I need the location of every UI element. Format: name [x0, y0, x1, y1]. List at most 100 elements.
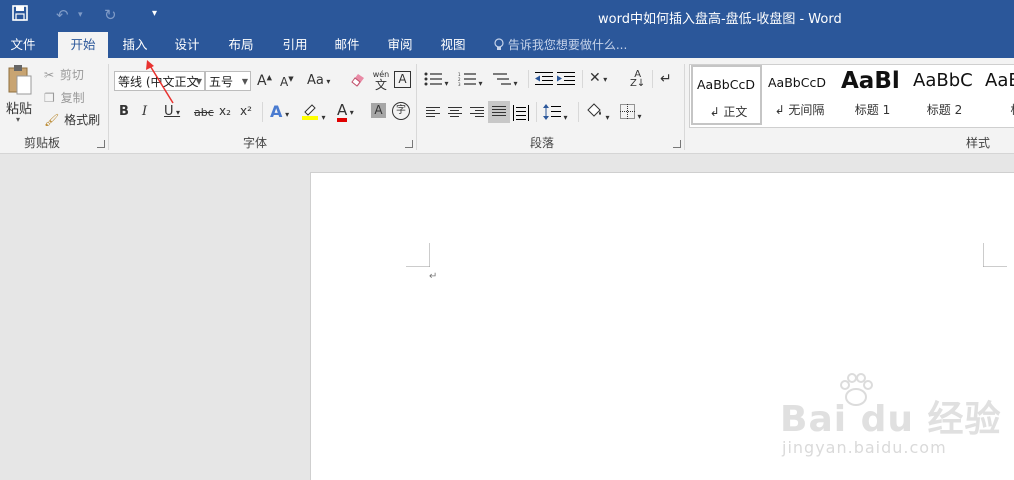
paragraph-group-label: 段落 [530, 136, 555, 150]
char-border-glyph: A [398, 72, 407, 86]
undo-dropdown-icon[interactable]: ▾ [78, 10, 83, 20]
enclose-glyph: 字 [396, 105, 406, 116]
font-size-value: 五号 [209, 75, 234, 89]
tab-layout[interactable]: 布局 [218, 32, 264, 58]
numbering-icon[interactable]: 123 ▾ [458, 72, 483, 90]
multilevel-list-icon[interactable]: ▾ [493, 72, 518, 90]
group-divider [416, 64, 417, 150]
divider [528, 70, 529, 88]
dialog-launcher-icon[interactable] [97, 140, 105, 148]
text-effects-glyph: A [270, 102, 283, 121]
strikethrough-button[interactable]: abc [194, 106, 214, 119]
svg-text:3: 3 [458, 82, 461, 86]
grow-font-glyph: A [257, 73, 267, 89]
paintbrush-icon: 🖌 [44, 113, 60, 127]
format-painter-button[interactable]: 🖌 格式刷 [44, 111, 100, 128]
clear-formatting-icon[interactable] [349, 72, 366, 92]
copy-icon: ❐ [44, 91, 55, 105]
sort-icon[interactable]: A Z↓ [630, 70, 645, 89]
redo-icon[interactable]: ↻ [104, 6, 117, 24]
tab-review[interactable]: 审阅 [377, 32, 423, 58]
style-name: 标题 1 [854, 103, 891, 117]
style-normal[interactable]: AaBbCcD ↲ 正文 [691, 65, 762, 125]
font-color-glyph: A [337, 103, 348, 122]
style-sample: AaB [985, 70, 1014, 91]
change-case-button[interactable]: Aa ▾ [307, 73, 330, 88]
paragraph-mark: ↵ [429, 271, 438, 282]
tab-mailings[interactable]: 邮件 [324, 32, 370, 58]
shading-bucket-icon[interactable]: ▾ [585, 102, 610, 124]
group-divider [108, 64, 109, 150]
enclose-characters-icon[interactable]: 字 [392, 102, 410, 120]
align-right-icon[interactable] [470, 107, 484, 122]
change-case-label: Aa [307, 73, 324, 88]
font-size-box[interactable]: 五号 ▼ [205, 71, 251, 91]
annotation-arrow-icon [146, 60, 174, 104]
title-bar: ↶ ▾ ↻ ▾ word中如何插入盘高-盘低-收盘图 - Word [0, 0, 1014, 32]
distributed-icon[interactable] [513, 105, 529, 125]
style-title[interactable]: AaB 标 [981, 65, 1014, 125]
margin-corner-icon [983, 243, 1007, 267]
style-sample: AaBbC [913, 70, 973, 91]
lightbulb-icon [494, 38, 508, 52]
shrink-font-icon[interactable]: A▼ [280, 75, 294, 89]
tell-me-box[interactable]: 告诉我您想要做什么... [494, 32, 627, 58]
watermark-logo: Bai du 经验 [780, 399, 1002, 440]
chevron-down-icon: ▼ [241, 77, 248, 86]
show-paragraph-marks-icon[interactable]: ↵ [660, 71, 672, 87]
chinese-layout-icon[interactable]: ✕ ▾ [589, 70, 607, 86]
styles-group-label: 样式 [966, 136, 991, 150]
shrink-font-glyph: A [280, 75, 289, 89]
divider [262, 102, 263, 122]
window-title: word中如何插入盘高-盘低-收盘图 - Word [598, 12, 842, 27]
style-sample: AaBbCcD [768, 75, 826, 90]
style-name: 标题 2 [926, 103, 963, 117]
styles-gallery: AaBbCcD ↲ 正文 AaBbCcD ↲ 无间隔 AaBl 标题 1 AaB… [689, 64, 1014, 128]
paste-button[interactable]: 粘贴 ▾ [4, 64, 38, 126]
style-name: ↲ 无间隔 [774, 103, 825, 117]
tab-file[interactable]: 文件 [0, 32, 46, 58]
bold-button[interactable]: B [119, 104, 129, 119]
margin-corner-icon [406, 243, 430, 267]
align-left-icon[interactable] [426, 107, 440, 122]
justify-icon[interactable] [488, 101, 510, 123]
bullets-icon[interactable]: ▾ [424, 72, 449, 90]
character-shading-icon[interactable]: A [371, 103, 386, 118]
group-divider [684, 64, 685, 150]
scissors-icon: ✂ [44, 68, 55, 82]
character-border-icon[interactable]: A [394, 71, 411, 88]
watermark-url: jingyan.baidu.com [782, 438, 947, 457]
text-effects-icon[interactable]: A ▾ [270, 102, 289, 121]
phonetic-base-glyph: 文 [374, 78, 387, 92]
divider [652, 70, 653, 88]
divider [578, 102, 579, 122]
style-heading-2[interactable]: AaBbC 标题 2 [909, 65, 980, 125]
divider [536, 102, 537, 122]
phonetic-guide-icon[interactable]: wén 文 [372, 69, 390, 91]
font-group-label: 字体 [243, 136, 268, 150]
grow-font-icon[interactable]: A▲ [257, 73, 272, 89]
superscript-button[interactable]: x² [240, 104, 252, 118]
copy-button[interactable]: ❐ 复制 [44, 89, 85, 106]
highlight-color-icon[interactable]: ▾ [301, 102, 326, 124]
dialog-launcher-icon[interactable] [405, 140, 413, 148]
align-center-icon[interactable] [448, 107, 462, 122]
cut-button[interactable]: ✂ 剪切 [44, 66, 84, 83]
tab-references[interactable]: 引用 [272, 32, 318, 58]
clipboard-group-label: 剪贴板 [24, 136, 61, 150]
line-spacing-icon[interactable]: ▾ [543, 104, 568, 124]
decrease-indent-icon[interactable] [535, 72, 553, 90]
save-icon[interactable] [12, 5, 28, 25]
tab-home[interactable]: 开始 [58, 32, 108, 58]
style-no-spacing[interactable]: AaBbCcD ↲ 无间隔 [764, 65, 835, 125]
style-name: 标 [981, 101, 1014, 118]
dialog-launcher-icon[interactable] [673, 140, 681, 148]
font-color-icon[interactable]: A ▾ [337, 101, 354, 122]
tab-view[interactable]: 视图 [430, 32, 476, 58]
style-heading-1[interactable]: AaBl 标题 1 [837, 65, 908, 125]
increase-indent-icon[interactable] [557, 72, 575, 90]
customize-qat-icon[interactable]: ▾ [152, 8, 157, 19]
undo-icon[interactable]: ↶ [56, 6, 69, 24]
borders-icon[interactable]: ▾ [620, 104, 642, 123]
subscript-button[interactable]: x₂ [219, 104, 231, 118]
